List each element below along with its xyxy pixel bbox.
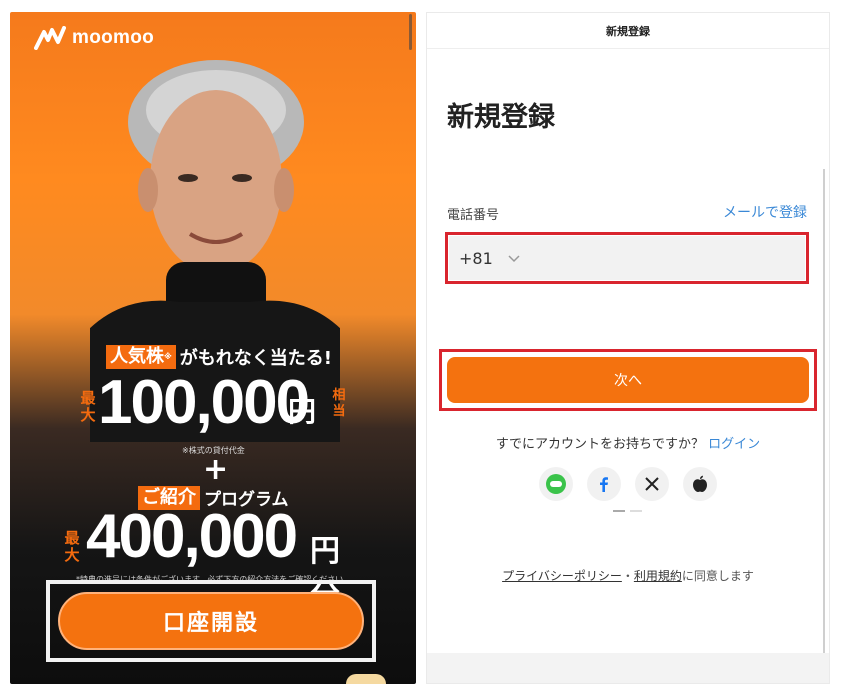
moomoo-logo: moomoo (34, 26, 154, 50)
apple-icon (693, 475, 707, 492)
floating-badge[interactable] (346, 674, 386, 684)
logo-text: moomoo (72, 27, 155, 48)
amount-100000: 100,000 (98, 368, 310, 437)
line-icon (546, 474, 566, 494)
x-icon (645, 477, 659, 491)
login-link[interactable]: ログイン (708, 437, 760, 452)
equivalent-label: 相当 (332, 388, 346, 419)
headline-text: がもれなく当たる! (179, 348, 332, 369)
page-title: 新規登録 (447, 102, 555, 133)
pager-dots (613, 510, 642, 512)
agree-text: に同意します (681, 569, 754, 583)
next-button[interactable]: 次へ (447, 357, 809, 403)
email-signup-link[interactable]: メールで登録 (723, 202, 807, 222)
policy-line: プライバシーポリシー・利用規約に同意します (427, 567, 829, 584)
have-account-text: すでにアカウントをお持ちですか？ (495, 437, 705, 452)
login-prompt: すでにアカウントをお持ちですか？ ログイン (427, 433, 829, 452)
moomoo-logo-icon (34, 26, 66, 50)
signup-screen: 新規登録 新規登録 電話番号 メールで登録 +81 次へ すでにアカウントをお持… (426, 12, 830, 684)
open-account-button[interactable]: 口座開設 (58, 592, 364, 650)
max-label: 最大 (80, 389, 96, 424)
scrollbar[interactable] (823, 169, 825, 659)
country-code-value: +81 (459, 248, 493, 268)
yen-label: 円 (288, 395, 317, 428)
terms-link[interactable]: 利用規約 (634, 569, 682, 583)
facebook-login-button[interactable] (587, 467, 621, 501)
amount-400000: 400,000 (86, 502, 298, 571)
separator: ・ (621, 569, 634, 583)
social-login-row (539, 467, 717, 501)
bottom-bar (427, 653, 829, 683)
chevron-down-icon (508, 255, 520, 263)
scrollbar[interactable] (409, 14, 412, 50)
plus-sign: + (203, 452, 229, 487)
phone-label: 電話番号 (447, 208, 500, 223)
privacy-policy-link[interactable]: プライバシーポリシー (502, 569, 622, 583)
max-label-2: 最大 (64, 529, 80, 564)
promo-screen: moomoo 人気株※ がもれなく当たる! 最大 100,000 円 相当 ※株… (10, 12, 416, 684)
facebook-icon (600, 477, 608, 492)
line-login-button[interactable] (539, 467, 573, 501)
headline-line: 人気株※ がもれなく当たる! (106, 344, 332, 370)
popular-stock-badge: 人気株※ (106, 345, 176, 369)
x-login-button[interactable] (635, 467, 669, 501)
country-code-select[interactable]: +81 (449, 236, 805, 280)
apple-login-button[interactable] (683, 467, 717, 501)
root: moomoo 人気株※ がもれなく当たる! 最大 100,000 円 相当 ※株… (0, 0, 845, 700)
nav-title: 新規登録 (427, 13, 829, 49)
